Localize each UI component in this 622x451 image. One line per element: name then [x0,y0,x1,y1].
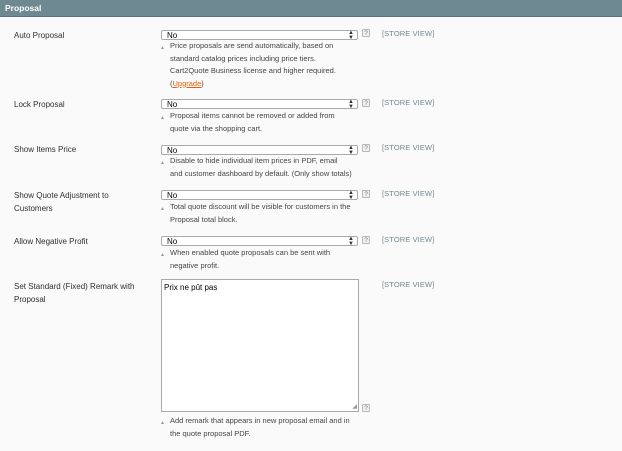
show-quote-adjustment-select[interactable]: No ▲ ▼ [161,190,358,201]
question-help-icon[interactable]: ? [362,99,370,107]
question-help-icon[interactable]: ? [362,190,370,198]
auto-proposal-select[interactable]: No ▲ ▼ [161,30,358,41]
note-line: Total quote discount will be visible for… [170,202,351,211]
show-items-price-select-value: No [167,146,178,155]
standard-remark-textarea[interactable]: Prix ne pût pas ◢ [161,279,359,412]
up-down-arrows-icon: ▲ ▼ [348,30,354,41]
lock-proposal-label: Lock Proposal [14,100,65,109]
resize-grip-icon[interactable]: ◢ [352,404,357,410]
auto-proposal-select-value: No [167,31,178,40]
up-down-arrows-icon: ▲ ▼ [348,236,354,247]
scope-label: [STORE VIEW] [382,235,435,244]
scope-label: [STORE VIEW] [382,189,435,198]
label-line: Customers [14,204,53,213]
lock-proposal-select-value: No [167,100,178,109]
up-down-arrows-icon: ▲ ▼ [348,145,354,156]
label-line: Proposal [14,295,46,304]
note-line: Cart2Quote Business license and higher r… [170,66,336,75]
triangle-up-icon: ▲ [160,420,165,426]
show-quote-adjustment-select-value: No [167,191,178,200]
show-items-price-select[interactable]: No ▲ ▼ [161,145,358,156]
show-quote-adjustment-label: Show Quote Adjustment to Customers [14,189,154,215]
scope-label: [STORE VIEW] [382,143,435,152]
note-line: negative profit. [170,260,220,270]
standard-remark-value: Prix ne pût pas [164,283,218,292]
note-line: Proposal total block. [170,214,238,224]
standard-remark-label: Set Standard (Fixed) Remark with Proposa… [14,280,154,306]
allow-negative-profit-label: Allow Negative Profit [14,237,88,246]
standard-remark-note: ▲ Add remark that appears in new proposa… [160,415,370,440]
scope-label: [STORE VIEW] [382,98,435,107]
show-quote-adjustment-note: ▲ Total quote discount will be visible f… [160,201,370,226]
allow-negative-profit-select-value: No [167,237,178,246]
question-help-icon[interactable]: ? [362,144,370,152]
auto-proposal-label: Auto Proposal [14,31,65,40]
show-items-price-label: Show Items Price [14,145,77,154]
allow-negative-profit-note: ▲ When enabled quote proposals can be se… [160,247,370,272]
upgrade-link[interactable]: Upgrade [173,79,202,88]
note-line: Price proposals are send automatically, … [170,41,334,50]
auto-proposal-note: ▲ Price proposals are send automatically… [160,40,370,90]
note-line: standard catalog prices including price … [170,53,316,63]
up-down-arrows-icon: ▲ ▼ [348,190,354,201]
allow-negative-profit-select[interactable]: No ▲ ▼ [161,236,358,247]
note-line: quote via the shopping cart. [170,123,263,133]
note-line: Add remark that appears in new proposal … [170,416,350,425]
triangle-up-icon: ▲ [160,115,165,121]
triangle-up-icon: ▲ [160,252,165,258]
scope-label: [STORE VIEW] [382,29,435,38]
question-help-icon[interactable]: ? [362,236,370,244]
section-title: Proposal [5,3,42,13]
up-down-arrows-icon: ▲ ▼ [348,99,354,110]
note-line: and customer dashboard by default. (Only… [170,168,352,178]
label-line: Set Standard (Fixed) Remark with [14,282,135,291]
question-help-icon[interactable]: ? [362,29,370,37]
label-line: Show Quote Adjustment to [14,191,109,200]
scope-label: [STORE VIEW] [382,280,435,289]
triangle-up-icon: ▲ [160,160,165,166]
triangle-up-icon: ▲ [160,206,165,212]
lock-proposal-select[interactable]: No ▲ ▼ [161,99,358,110]
lock-proposal-note: ▲ Proposal items cannot be removed or ad… [160,110,370,135]
upgrade-line: (Upgrade) [170,78,204,88]
note-line: the quote proposal PDF. [170,428,251,438]
triangle-up-icon: ▲ [160,45,165,51]
note-line: When enabled quote proposals can be sent… [170,248,331,257]
section-header[interactable]: Proposal [0,0,622,17]
note-line: Proposal items cannot be removed or adde… [170,111,335,120]
note-line: Disable to hide individual item prices i… [170,156,338,165]
show-items-price-note: ▲ Disable to hide individual item prices… [160,155,370,180]
question-help-icon[interactable]: ? [362,404,370,412]
